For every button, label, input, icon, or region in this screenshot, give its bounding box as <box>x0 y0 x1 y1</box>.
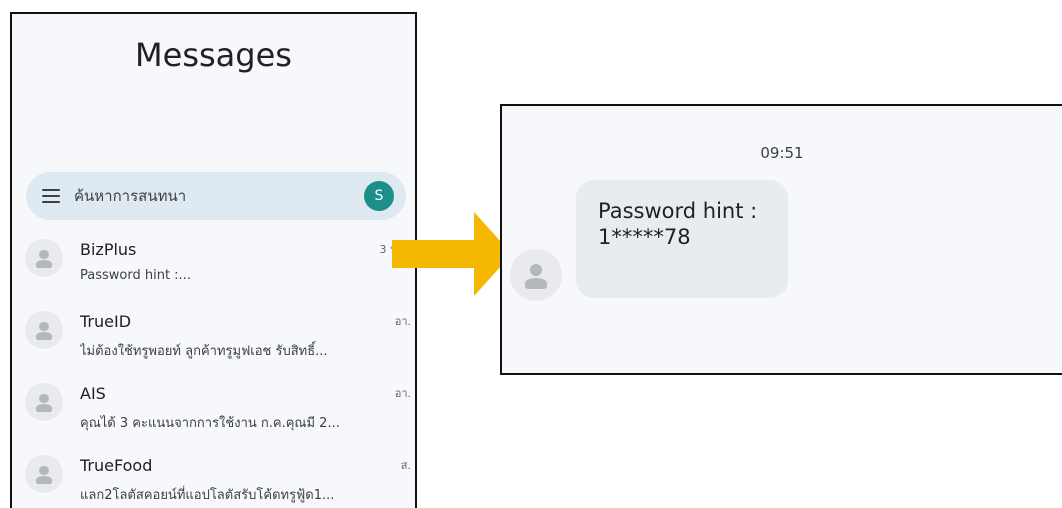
contact-avatar <box>25 383 63 421</box>
inbox-panel: Messages ค้นหาการสนทนา S BizPlus Passwor… <box>10 12 417 508</box>
conversation-snippet: แลก2โลตัสคอยน์ที่แอปโลตัสรับโค้ดทรูฟู้ด1… <box>80 488 335 503</box>
person-icon <box>25 239 63 277</box>
conversation-item-trueid[interactable]: TrueID ไม่ต้องใช้ทรูพอยท์ ลูกค้าทรูมูฟเอ… <box>12 300 415 372</box>
conversation-name: AIS <box>80 384 106 403</box>
contact-avatar <box>25 311 63 349</box>
sender-avatar <box>510 249 562 301</box>
person-icon <box>25 455 63 493</box>
message-detail-panel: 09:51 Password hint : 1*****78 <box>500 104 1062 375</box>
person-icon <box>510 249 562 301</box>
person-icon <box>25 311 63 349</box>
conversation-time: ส. <box>400 459 411 472</box>
arrow-right-icon <box>392 212 512 296</box>
conversation-snippet: คุณได้ 3 คะแนนจากการใช้งาน ก.ค.คุณมี 2..… <box>80 416 340 431</box>
conversation-item-truefood[interactable]: TrueFood แลก2โลตัสคอยน์ที่แอปโลตัสรับโค้… <box>12 444 415 508</box>
conversation-name: TrueFood <box>80 456 153 475</box>
conversation-snippet: ไม่ต้องใช้ทรูพอยท์ ลูกค้าทรูมูฟเอช รับสิ… <box>80 344 328 359</box>
page-title: Messages <box>135 36 292 74</box>
conversation-list: BizPlus Password hint :... 3 นาที TrueID… <box>12 228 415 508</box>
conversation-item-bizplus[interactable]: BizPlus Password hint :... 3 นาที <box>12 228 415 300</box>
search-bar[interactable]: ค้นหาการสนทนา S <box>26 172 406 220</box>
contact-avatar <box>25 455 63 493</box>
account-avatar[interactable]: S <box>364 181 394 211</box>
message-line-2: 1*****78 <box>598 225 691 249</box>
person-icon <box>25 383 63 421</box>
conversation-time: อา. <box>394 387 411 400</box>
conversation-snippet: Password hint :... <box>80 268 191 283</box>
message-time: 09:51 <box>760 144 804 162</box>
conversation-name: BizPlus <box>80 240 137 259</box>
message-line-1: Password hint : <box>598 199 758 223</box>
conversation-item-ais[interactable]: AIS คุณได้ 3 คะแนนจากการใช้งาน ก.ค.คุณมี… <box>12 372 415 444</box>
conversation-name: TrueID <box>80 312 132 331</box>
search-input[interactable]: ค้นหาการสนทนา <box>74 184 364 208</box>
hamburger-icon[interactable] <box>42 189 60 203</box>
conversation-time: อา. <box>394 315 411 328</box>
message-bubble[interactable]: Password hint : 1*****78 <box>576 180 788 298</box>
contact-avatar <box>25 239 63 277</box>
